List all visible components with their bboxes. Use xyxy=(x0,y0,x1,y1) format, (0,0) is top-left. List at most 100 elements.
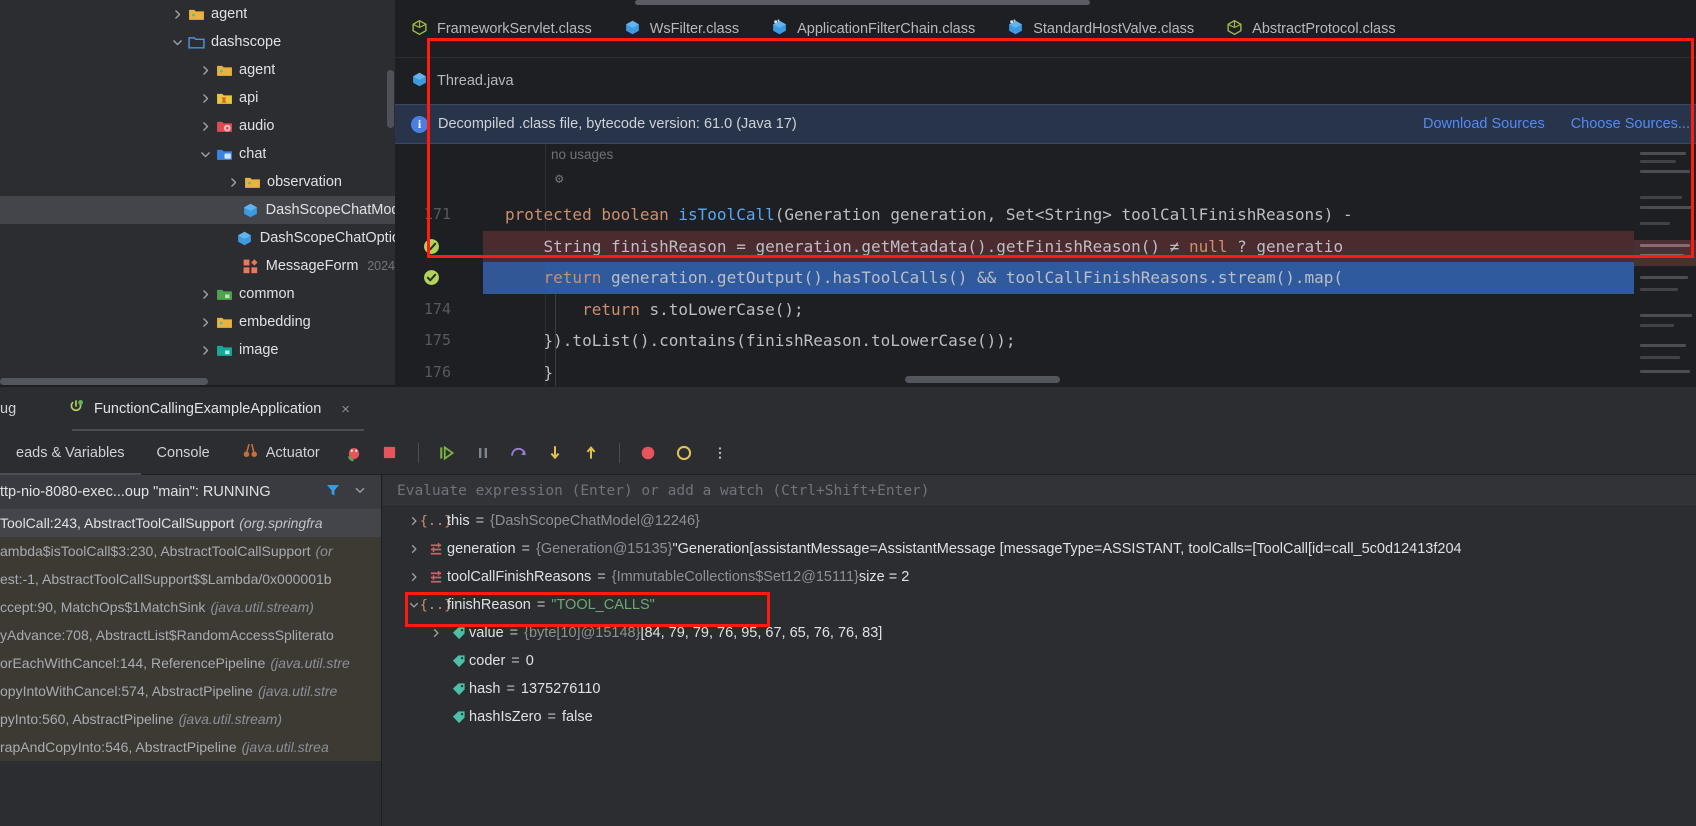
tree-vertical-scrollbar[interactable] xyxy=(387,70,394,128)
variable-row-hash[interactable]: hash = 1375276110 xyxy=(383,675,1696,703)
download-sources-link[interactable]: Download Sources xyxy=(1423,116,1545,132)
mute-breakpoints-icon[interactable] xyxy=(635,440,661,466)
variable-row-hashiszero[interactable]: hashIsZero = false xyxy=(383,703,1696,731)
run-config-icon xyxy=(68,399,84,419)
tree-item-label: embedding xyxy=(239,314,311,330)
frames-panel[interactable]: ttp-nio-8080-exec...oup "main": RUNNING … xyxy=(0,475,382,826)
step-over-icon[interactable] xyxy=(506,440,532,466)
frame-row[interactable]: ccept:90, MatchOps$1MatchSink (java.util… xyxy=(0,593,381,621)
code-horizontal-scrollbar[interactable] xyxy=(905,376,1060,383)
variable-row-this[interactable]: {..} this = {DashScopeChatModel@12246} xyxy=(383,507,1696,535)
pause-icon[interactable] xyxy=(470,440,496,466)
debug-tab-console[interactable]: Console xyxy=(141,431,226,475)
frame-row[interactable]: orEachWithCancel:144, ReferencePipeline … xyxy=(0,649,381,677)
tree-horizontal-scrollbar[interactable] xyxy=(0,378,208,385)
tree-item-dashscopechatoptions[interactable]: DashScopeChatOptions xyxy=(0,224,395,252)
tree-item-audio[interactable]: audio xyxy=(0,112,395,140)
debug-tab-eads-variables[interactable]: eads & Variables xyxy=(0,431,141,475)
chevron-right-icon[interactable] xyxy=(168,0,186,28)
frame-text: rapAndCopyInto:546, AbstractPipeline xyxy=(0,739,237,755)
chevron-right-icon[interactable] xyxy=(196,112,214,140)
class-blue-dot-icon xyxy=(771,19,788,40)
folder-api-icon xyxy=(214,84,234,112)
tree-item-observation[interactable]: observation xyxy=(0,168,395,196)
step-into-icon[interactable] xyxy=(542,440,568,466)
tree-item-messageformat[interactable]: MessageFormat 2024 xyxy=(0,252,395,280)
breakpoint-verified-icon[interactable] xyxy=(423,269,440,286)
settings-circle-icon[interactable] xyxy=(671,440,697,466)
chevron-right-icon[interactable] xyxy=(403,571,425,583)
bug-icon[interactable] xyxy=(341,440,367,466)
more-options-icon[interactable] xyxy=(707,440,733,466)
line-number: 171 xyxy=(423,205,451,223)
chevron-right-icon[interactable] xyxy=(196,280,214,308)
variable-row-finishreason[interactable]: {..} finishReason = "TOOL_CALLS" xyxy=(383,591,1696,619)
variables-panel[interactable]: Evaluate expression (Enter) or add a wat… xyxy=(383,475,1696,826)
chevron-right-icon[interactable] xyxy=(196,56,214,84)
code-editor[interactable]: no usages ⚙ 171 protected boolean isToolC… xyxy=(395,144,1696,386)
variable-row-toolcallfinishreasons[interactable]: toolCallFinishReasons = {ImmutableCollecti… xyxy=(383,563,1696,591)
thread-selector[interactable]: ttp-nio-8080-exec...oup "main": RUNNING xyxy=(0,475,381,509)
tree-item-chat[interactable]: chat xyxy=(0,140,395,168)
chevron-down-icon[interactable] xyxy=(196,140,214,168)
code-line[interactable]: String finishReason = generation.getMeta… xyxy=(395,230,1696,262)
tree-item-agent[interactable]: agent xyxy=(0,56,395,84)
close-icon[interactable]: × xyxy=(341,401,350,418)
actuator-icon xyxy=(242,442,259,463)
filter-icon[interactable] xyxy=(325,482,341,502)
frame-row[interactable]: est:-1, AbstractToolCallSupport$$Lambda/… xyxy=(0,565,381,593)
chevron-down-icon[interactable] xyxy=(353,483,367,501)
variable-value: "Generation[assistantMessage=AssistantMe… xyxy=(672,541,1462,557)
frame-row[interactable]: opyIntoWithCancel:574, AbstractPipeline … xyxy=(0,677,381,705)
tree-item-dashscope[interactable]: dashscope xyxy=(0,28,395,56)
editor-tab-applicationfilterchain-class[interactable]: ApplicationFilterChain.class xyxy=(755,0,991,58)
code-line[interactable]: 174 return s.toLowerCase(); xyxy=(395,293,1696,325)
choose-sources-link[interactable]: Choose Sources... xyxy=(1571,116,1690,132)
evaluate-expression-input[interactable]: Evaluate expression (Enter) or add a wat… xyxy=(383,475,1696,507)
chevron-right-icon[interactable] xyxy=(224,168,242,196)
resume-icon[interactable] xyxy=(434,440,460,466)
inlay-no-usages[interactable]: no usages xyxy=(551,147,613,162)
frame-row[interactable]: pyInto:560, AbstractPipeline (java.util.… xyxy=(0,705,381,733)
frame-row[interactable]: yAdvance:708, AbstractList$RandomAccessS… xyxy=(0,621,381,649)
code-line[interactable]: 175 }).toList().contains(finishReason.to… xyxy=(395,325,1696,357)
project-tree[interactable]: agent dashscope agent api audio chat observati… xyxy=(0,0,395,386)
variable-row-coder[interactable]: coder = 0 xyxy=(383,647,1696,675)
code-line[interactable]: 171 protected boolean isToolCall(Generati… xyxy=(395,199,1696,231)
tree-item-common[interactable]: common xyxy=(0,280,395,308)
chevron-right-icon[interactable] xyxy=(403,543,425,555)
code-line[interactable]: return generation.getOutput().hasToolCal… xyxy=(395,262,1696,294)
editor-minimap[interactable] xyxy=(1634,144,1696,386)
run-configuration-tab[interactable]: FunctionCallingExampleApplication × xyxy=(28,387,365,431)
frame-row[interactable]: rapAndCopyInto:546, AbstractPipeline (ja… xyxy=(0,733,381,761)
editor-tab-frameworkservlet-class[interactable]: FrameworkServlet.class xyxy=(395,0,608,58)
frame-row[interactable]: ToolCall:243, AbstractToolCallSupport (o… xyxy=(0,509,381,537)
editor-tab-thread-java[interactable]: Thread.java xyxy=(395,58,1696,104)
editor-tab-standardhostvalve-class[interactable]: StandardHostValve.class xyxy=(991,0,1210,58)
variable-row-value[interactable]: value = {byte[10]@15148} [84, 79, 79, 76, … xyxy=(383,619,1696,647)
variable-row-generation[interactable]: generation = {Generation@15135} "Generatio… xyxy=(383,535,1696,563)
chevron-right-icon[interactable] xyxy=(196,336,214,364)
tab-scrollbar[interactable] xyxy=(635,0,1090,5)
chevron-right-icon[interactable] xyxy=(196,84,214,112)
editor-tab-abstractprotocol-class[interactable]: AbstractProtocol.class xyxy=(1210,0,1411,58)
frame-row[interactable]: ambda$isToolCall$3:230, AbstractToolCall… xyxy=(0,537,381,565)
tree-item-label: DashScopeChatOptions xyxy=(259,230,395,246)
editor-tab-wsfilter-class[interactable]: WsFilter.class xyxy=(608,0,755,58)
tree-item-label: audio xyxy=(239,118,275,134)
tree-item-embedding[interactable]: embedding xyxy=(0,308,395,336)
tree-item-image[interactable]: image xyxy=(0,336,395,364)
step-out-icon[interactable] xyxy=(578,440,604,466)
chevron-right-icon[interactable] xyxy=(196,308,214,336)
debug-tool-window-label[interactable]: ug xyxy=(0,401,28,417)
chevron-right-icon[interactable] xyxy=(425,627,447,639)
variable-name: coder xyxy=(469,653,506,669)
debug-tab-actuator[interactable]: Actuator xyxy=(226,431,336,475)
tree-item-agent[interactable]: agent xyxy=(0,0,395,28)
stop-icon[interactable] xyxy=(377,440,403,466)
tree-item-dashscopechatmodel[interactable]: DashScopeChatModel xyxy=(0,196,395,224)
breakpoint-verified-icon[interactable] xyxy=(423,238,440,255)
editor-tabs-row-1[interactable]: FrameworkServlet.class WsFilter.class Appl… xyxy=(395,0,1696,58)
chevron-down-icon[interactable] xyxy=(168,28,186,56)
tree-item-api[interactable]: api xyxy=(0,84,395,112)
